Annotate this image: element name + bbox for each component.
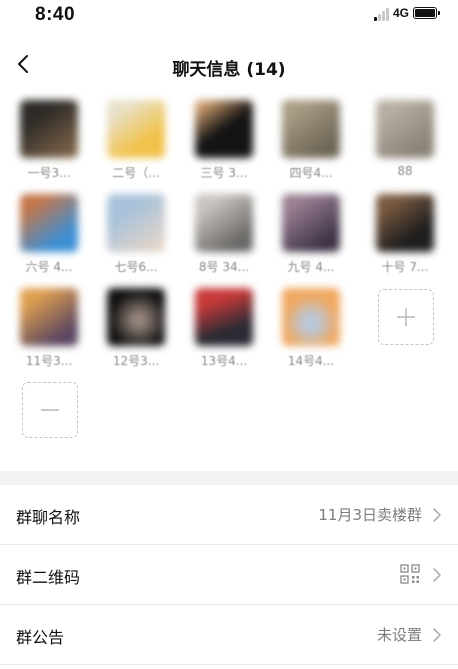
- member-item[interactable]: 三号 3...: [192, 100, 256, 181]
- avatar: [376, 194, 434, 252]
- avatar: [282, 194, 340, 252]
- member-item[interactable]: 一号3...: [17, 100, 81, 181]
- status-time: 8:40: [35, 4, 76, 25]
- member-name: 13号4...: [200, 354, 248, 368]
- avatar: [107, 100, 165, 158]
- member-name: 三号 3...: [200, 166, 248, 180]
- remove-member-button[interactable]: [22, 382, 78, 438]
- battery-icon: [413, 7, 440, 19]
- avatar: [107, 194, 165, 252]
- member-name: 11号3...: [25, 354, 73, 368]
- group-name-row[interactable]: 群聊名称 11月3日卖楼群: [0, 485, 458, 545]
- member-name: 88: [397, 164, 413, 178]
- member-item[interactable]: 二号（...: [104, 100, 168, 181]
- avatar: [20, 194, 78, 252]
- avatar: [20, 100, 78, 158]
- member-item[interactable]: 四号4...: [279, 100, 343, 181]
- group-announcement-row[interactable]: 群公告 未设置: [0, 605, 458, 665]
- setting-label: 群二维码: [16, 568, 81, 587]
- member-name: 一号3...: [27, 166, 71, 180]
- nav-bar: 聊天信息 (14): [0, 44, 458, 88]
- chevron-right-icon: [433, 508, 441, 522]
- qr-code-icon: [400, 564, 420, 584]
- member-item[interactable]: 88: [373, 100, 437, 178]
- avatar: [195, 100, 253, 158]
- add-member-button[interactable]: [378, 289, 434, 345]
- member-name: 二号（...: [112, 166, 160, 180]
- chevron-right-icon: [433, 568, 441, 582]
- member-name: 九号 4...: [287, 260, 335, 274]
- announcement-value: 未设置: [376, 626, 422, 644]
- settings-list: 群聊名称 11月3日卖楼群 群二维码 群公告 未设置: [0, 485, 458, 665]
- member-name: 8号 34...: [198, 260, 250, 274]
- group-name-value: 11月3日卖楼群: [318, 506, 422, 524]
- member-item[interactable]: 13号4...: [192, 288, 256, 369]
- avatar: [376, 100, 434, 158]
- member-name: 14号4...: [287, 354, 335, 368]
- member-name: 12号3...: [112, 354, 160, 368]
- network-type: 4G: [393, 6, 410, 20]
- member-name: 七号6...: [114, 260, 158, 274]
- group-qrcode-row[interactable]: 群二维码: [0, 545, 458, 605]
- setting-label: 群公告: [16, 628, 65, 647]
- avatar: [195, 194, 253, 252]
- minus-icon: [41, 409, 59, 411]
- member-item[interactable]: 11号3...: [17, 288, 81, 369]
- signal-icon: [374, 7, 390, 21]
- avatar: [282, 288, 340, 346]
- avatar: [20, 288, 78, 346]
- avatar: [282, 100, 340, 158]
- setting-label: 群聊名称: [16, 508, 81, 527]
- avatar: [195, 288, 253, 346]
- section-divider: [0, 471, 458, 485]
- member-item[interactable]: 六号 4...: [17, 194, 81, 275]
- status-bar: 8:40 4G: [0, 0, 458, 34]
- member-name: 十号 7...: [381, 260, 429, 274]
- member-name: 四号4...: [289, 166, 333, 180]
- member-item[interactable]: 8号 34...: [192, 194, 256, 275]
- avatar: [107, 288, 165, 346]
- member-item[interactable]: 七号6...: [104, 194, 168, 275]
- member-name: 六号 4...: [25, 260, 73, 274]
- member-item[interactable]: 14号4...: [279, 288, 343, 369]
- member-item[interactable]: 十号 7...: [373, 194, 437, 275]
- member-item[interactable]: 九号 4...: [279, 194, 343, 275]
- chevron-right-icon: [433, 628, 441, 642]
- page-title: 聊天信息 (14): [172, 60, 286, 80]
- member-item[interactable]: 12号3...: [104, 288, 168, 369]
- plus-icon: [397, 308, 415, 326]
